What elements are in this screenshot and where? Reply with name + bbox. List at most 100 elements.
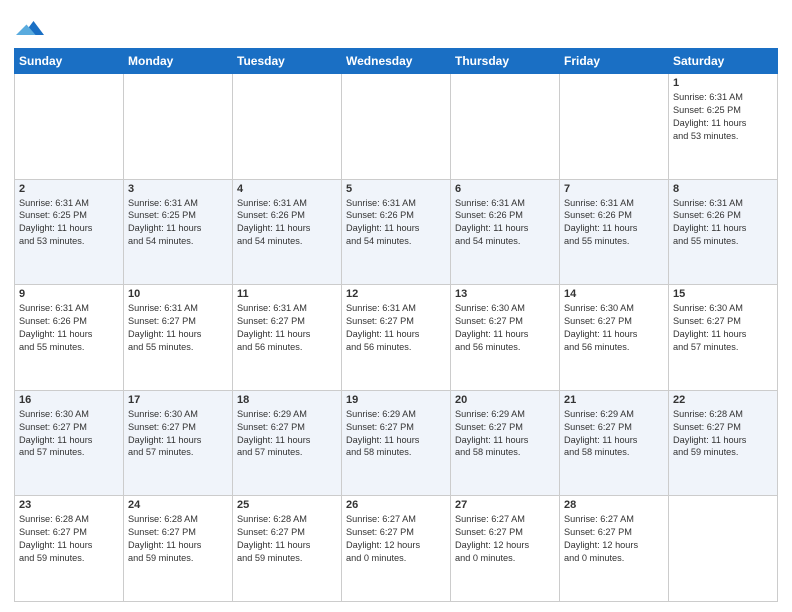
day-info: Sunrise: 6:31 AM Sunset: 6:26 PM Dayligh… — [455, 197, 555, 249]
calendar-cell: 17 Sunrise: 6:30 AM Sunset: 6:27 PM Dayli… — [124, 390, 233, 496]
day-number: 20 — [455, 394, 555, 406]
day-info: Sunrise: 6:31 AM Sunset: 6:26 PM Dayligh… — [346, 197, 446, 249]
day-number: 9 — [19, 288, 119, 300]
day-number: 13 — [455, 288, 555, 300]
day-info: Sunrise: 6:31 AM Sunset: 6:25 PM Dayligh… — [673, 91, 773, 143]
weekday-header-row: SundayMondayTuesdayWednesdayThursdayFrid… — [15, 49, 778, 74]
day-number: 11 — [237, 288, 337, 300]
calendar-cell: 24Sunrise: 6:28 AM Sunset: 6:27 PM Dayli… — [124, 496, 233, 602]
day-info: Sunrise: 6:27 AM Sunset: 6:27 PM Dayligh… — [564, 513, 664, 565]
day-number: 25 — [237, 499, 337, 511]
calendar-week-5: 23 Sunrise: 6:28 AM Sunset: 6:27 PM Dayli… — [15, 496, 778, 602]
day-info: Sunrise: 6:29 AM Sunset: 6:27 PM Dayligh… — [564, 408, 664, 460]
day-info: Sunrise: 6:28 AM Sunset: 6:27 PM Dayligh… — [673, 408, 773, 460]
day-number: 28 — [564, 499, 664, 511]
calendar-cell: 21Sunrise: 6:29 AM Sunset: 6:27 PM Dayli… — [560, 390, 669, 496]
calendar-cell: 19Sunrise: 6:29 AM Sunset: 6:27 PM Dayli… — [342, 390, 451, 496]
day-number: 26 — [346, 499, 446, 511]
day-info: Sunrise: 6:27 AM Sunset: 6:27 PM Dayligh… — [455, 513, 555, 565]
calendar-cell: 8 Sunrise: 6:31 AM Sunset: 6:26 PM Daylig… — [669, 179, 778, 285]
weekday-saturday: Saturday — [669, 49, 778, 74]
day-number: 7 — [564, 183, 664, 195]
day-number: 17 — [128, 394, 228, 406]
day-number: 23 — [19, 499, 119, 511]
day-info: Sunrise: 6:31 AM Sunset: 6:26 PM Dayligh… — [19, 302, 119, 354]
calendar-week-1: 1 Sunrise: 6:31 AM Sunset: 6:25 PM Daylig… — [15, 74, 778, 180]
day-info: Sunrise: 6:30 AM Sunset: 6:27 PM Dayligh… — [673, 302, 773, 354]
day-info: Sunrise: 6:30 AM Sunset: 6:27 PM Dayligh… — [455, 302, 555, 354]
day-info: Sunrise: 6:29 AM Sunset: 6:27 PM Dayligh… — [455, 408, 555, 460]
calendar-cell: 16 Sunrise: 6:30 AM Sunset: 6:27 PM Dayli… — [15, 390, 124, 496]
calendar-cell: 2 Sunrise: 6:31 AM Sunset: 6:25 PM Daylig… — [15, 179, 124, 285]
calendar-cell — [451, 74, 560, 180]
calendar-cell: 13 Sunrise: 6:30 AM Sunset: 6:27 PM Dayli… — [451, 285, 560, 391]
calendar-header: SundayMondayTuesdayWednesdayThursdayFrid… — [15, 49, 778, 74]
calendar-week-3: 9 Sunrise: 6:31 AM Sunset: 6:26 PM Daylig… — [15, 285, 778, 391]
calendar-cell: 10Sunrise: 6:31 AM Sunset: 6:27 PM Dayli… — [124, 285, 233, 391]
day-number: 2 — [19, 183, 119, 195]
day-info: Sunrise: 6:31 AM Sunset: 6:26 PM Dayligh… — [237, 197, 337, 249]
day-info: Sunrise: 6:27 AM Sunset: 6:27 PM Dayligh… — [346, 513, 446, 565]
day-number: 12 — [346, 288, 446, 300]
calendar-cell: 25Sunrise: 6:28 AM Sunset: 6:27 PM Dayli… — [233, 496, 342, 602]
day-number: 4 — [237, 183, 337, 195]
calendar-cell: 3 Sunrise: 6:31 AM Sunset: 6:25 PM Daylig… — [124, 179, 233, 285]
calendar-cell: 11 Sunrise: 6:31 AM Sunset: 6:27 PM Dayli… — [233, 285, 342, 391]
day-number: 18 — [237, 394, 337, 406]
calendar-cell: 9 Sunrise: 6:31 AM Sunset: 6:26 PM Daylig… — [15, 285, 124, 391]
day-number: 14 — [564, 288, 664, 300]
day-info: Sunrise: 6:31 AM Sunset: 6:26 PM Dayligh… — [564, 197, 664, 249]
calendar-cell: 14 Sunrise: 6:30 AM Sunset: 6:27 PM Dayli… — [560, 285, 669, 391]
calendar-cell — [342, 74, 451, 180]
day-info: Sunrise: 6:31 AM Sunset: 6:26 PM Dayligh… — [673, 197, 773, 249]
day-number: 24 — [128, 499, 228, 511]
day-number: 10 — [128, 288, 228, 300]
day-number: 16 — [19, 394, 119, 406]
day-number: 1 — [673, 77, 773, 89]
weekday-sunday: Sunday — [15, 49, 124, 74]
day-info: Sunrise: 6:29 AM Sunset: 6:27 PM Dayligh… — [346, 408, 446, 460]
calendar-cell — [124, 74, 233, 180]
day-number: 3 — [128, 183, 228, 195]
weekday-tuesday: Tuesday — [233, 49, 342, 74]
calendar-cell: 7 Sunrise: 6:31 AM Sunset: 6:26 PM Daylig… — [560, 179, 669, 285]
weekday-monday: Monday — [124, 49, 233, 74]
calendar-cell: 18 Sunrise: 6:29 AM Sunset: 6:27 PM Dayli… — [233, 390, 342, 496]
day-number: 6 — [455, 183, 555, 195]
calendar-cell: 5 Sunrise: 6:31 AM Sunset: 6:26 PM Daylig… — [342, 179, 451, 285]
calendar-table: SundayMondayTuesdayWednesdayThursdayFrid… — [14, 48, 778, 602]
calendar-cell: 27Sunrise: 6:27 AM Sunset: 6:27 PM Dayli… — [451, 496, 560, 602]
calendar-cell: 4 Sunrise: 6:31 AM Sunset: 6:26 PM Daylig… — [233, 179, 342, 285]
day-info: Sunrise: 6:30 AM Sunset: 6:27 PM Dayligh… — [19, 408, 119, 460]
page: SundayMondayTuesdayWednesdayThursdayFrid… — [0, 0, 792, 612]
calendar-cell — [560, 74, 669, 180]
day-info: Sunrise: 6:31 AM Sunset: 6:27 PM Dayligh… — [237, 302, 337, 354]
weekday-friday: Friday — [560, 49, 669, 74]
day-info: Sunrise: 6:30 AM Sunset: 6:27 PM Dayligh… — [128, 408, 228, 460]
day-info: Sunrise: 6:28 AM Sunset: 6:27 PM Dayligh… — [19, 513, 119, 565]
calendar-cell: 22 Sunrise: 6:28 AM Sunset: 6:27 PM Dayli… — [669, 390, 778, 496]
calendar-cell — [233, 74, 342, 180]
calendar-cell — [15, 74, 124, 180]
calendar-cell: 15 Sunrise: 6:30 AM Sunset: 6:27 PM Dayli… — [669, 285, 778, 391]
calendar-cell: 23 Sunrise: 6:28 AM Sunset: 6:27 PM Dayli… — [15, 496, 124, 602]
logo — [14, 14, 44, 42]
day-number: 22 — [673, 394, 773, 406]
day-number: 5 — [346, 183, 446, 195]
day-number: 8 — [673, 183, 773, 195]
day-info: Sunrise: 6:31 AM Sunset: 6:25 PM Dayligh… — [19, 197, 119, 249]
calendar-cell — [669, 496, 778, 602]
weekday-thursday: Thursday — [451, 49, 560, 74]
calendar-body: 1 Sunrise: 6:31 AM Sunset: 6:25 PM Daylig… — [15, 74, 778, 602]
day-number: 15 — [673, 288, 773, 300]
day-info: Sunrise: 6:30 AM Sunset: 6:27 PM Dayligh… — [564, 302, 664, 354]
calendar-cell: 12Sunrise: 6:31 AM Sunset: 6:27 PM Dayli… — [342, 285, 451, 391]
calendar-cell: 26 Sunrise: 6:27 AM Sunset: 6:27 PM Dayli… — [342, 496, 451, 602]
calendar-cell: 6 Sunrise: 6:31 AM Sunset: 6:26 PM Daylig… — [451, 179, 560, 285]
calendar-cell: 28 Sunrise: 6:27 AM Sunset: 6:27 PM Dayli… — [560, 496, 669, 602]
calendar-cell: 20 Sunrise: 6:29 AM Sunset: 6:27 PM Dayli… — [451, 390, 560, 496]
weekday-wednesday: Wednesday — [342, 49, 451, 74]
header — [14, 10, 778, 42]
day-info: Sunrise: 6:31 AM Sunset: 6:25 PM Dayligh… — [128, 197, 228, 249]
day-info: Sunrise: 6:29 AM Sunset: 6:27 PM Dayligh… — [237, 408, 337, 460]
